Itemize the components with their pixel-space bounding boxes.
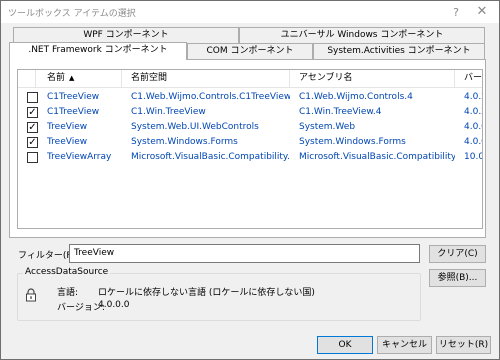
row-name: C1TreeView bbox=[47, 107, 100, 117]
row-checkbox[interactable]: ✓ bbox=[27, 107, 38, 118]
row-name: TreeView bbox=[47, 137, 88, 147]
row-name: C1TreeView bbox=[47, 92, 100, 102]
table-row[interactable]: TreeViewArray Microsoft.VisualBasic.Comp… bbox=[18, 150, 482, 165]
language-label: 言語: bbox=[57, 288, 79, 298]
row-namespace: C1.Web.Wijmo.Controls.C1TreeView bbox=[131, 92, 290, 102]
row-checkbox[interactable] bbox=[27, 92, 38, 103]
header-divider bbox=[18, 87, 482, 88]
filter-input[interactable]: TreeView bbox=[69, 244, 420, 263]
row-namespace: Microsoft.VisualBasic.Compatibility.VB6 bbox=[131, 152, 290, 162]
row-checkbox[interactable] bbox=[27, 152, 38, 163]
components-list[interactable]: 名前▲ 名前空間 アセンブリ名 バージ C1TreeView C1.Web.Wi… bbox=[17, 69, 483, 229]
tab-net-framework-components[interactable]: .NET Framework コンポーネント bbox=[9, 42, 187, 60]
browse-button[interactable]: 参照(B)... bbox=[429, 269, 486, 287]
row-assembly: C1.Win.TreeView.4 bbox=[299, 107, 382, 117]
window-title: ツールボックス アイテムの選択 bbox=[8, 9, 136, 19]
selected-item-title: AccessDataSource bbox=[23, 267, 111, 277]
row-version: 4.0.0 bbox=[464, 122, 482, 132]
row-checkbox[interactable]: ✓ bbox=[27, 137, 38, 148]
row-version: 10.0. bbox=[464, 152, 482, 162]
row-namespace: System.Windows.Forms bbox=[131, 137, 238, 147]
row-version: 4.0.0 bbox=[464, 137, 482, 147]
clear-button[interactable]: クリア(C) bbox=[429, 245, 486, 263]
choose-toolbox-items-dialog: ツールボックス アイテムの選択 ? ✕ WPF コンポーネント ユニバーサル W… bbox=[0, 0, 500, 360]
table-row[interactable]: ✓ TreeView System.Windows.Forms System.W… bbox=[18, 135, 482, 150]
row-name: TreeView bbox=[47, 122, 88, 132]
row-namespace: System.Web.UI.WebControls bbox=[131, 122, 259, 132]
sort-ascending-icon: ▲ bbox=[69, 74, 75, 82]
row-assembly: C1.Web.Wijmo.Controls.4 bbox=[299, 92, 413, 102]
column-header-namespace[interactable]: 名前空間 bbox=[122, 70, 290, 87]
lock-icon bbox=[26, 288, 36, 302]
table-row[interactable]: ✓ C1TreeView C1.Win.TreeView C1.Win.Tree… bbox=[18, 105, 482, 120]
row-namespace: C1.Win.TreeView bbox=[131, 107, 206, 117]
language-value: ロケールに依存しない言語 (ロケールに依存しない国) bbox=[98, 288, 315, 298]
tab-com-components[interactable]: COM コンポーネント bbox=[187, 43, 313, 59]
column-header-version[interactable]: バージ bbox=[455, 70, 482, 87]
close-button[interactable]: ✕ bbox=[474, 5, 490, 19]
column-header-check[interactable] bbox=[18, 70, 36, 87]
table-row[interactable]: ✓ TreeView System.Web.UI.WebControls Sys… bbox=[18, 120, 482, 135]
tab-universal-windows-components[interactable]: ユニバーサル Windows コンポーネント bbox=[239, 27, 485, 43]
version-value: 4.0.0.0 bbox=[98, 300, 130, 310]
ok-button[interactable]: OK bbox=[317, 336, 373, 354]
row-assembly: System.Web bbox=[299, 122, 356, 132]
row-version: 4.0.2 bbox=[464, 107, 482, 117]
tab-wpf-components[interactable]: WPF コンポーネント bbox=[13, 27, 239, 43]
row-assembly: Microsoft.VisualBasic.Compatibility bbox=[299, 152, 455, 162]
tab-system-activities-components[interactable]: System.Activities コンポーネント bbox=[313, 43, 485, 59]
help-button[interactable]: ? bbox=[449, 6, 463, 19]
column-header-assembly[interactable]: アセンブリ名 bbox=[290, 70, 455, 87]
table-row[interactable]: C1TreeView C1.Web.Wijmo.Controls.C1TreeV… bbox=[18, 90, 482, 105]
row-name: TreeViewArray bbox=[47, 152, 112, 162]
row-version: 4.0.2 bbox=[464, 92, 482, 102]
reset-button[interactable]: リセット(R) bbox=[436, 336, 491, 354]
row-checkbox[interactable]: ✓ bbox=[27, 122, 38, 133]
title-bar: ツールボックス アイテムの選択 ? ✕ bbox=[1, 1, 499, 23]
row-assembly: System.Windows.Forms bbox=[299, 137, 406, 147]
column-header-name[interactable]: 名前 ▲ bbox=[36, 70, 122, 87]
cancel-button[interactable]: キャンセル bbox=[377, 336, 432, 354]
